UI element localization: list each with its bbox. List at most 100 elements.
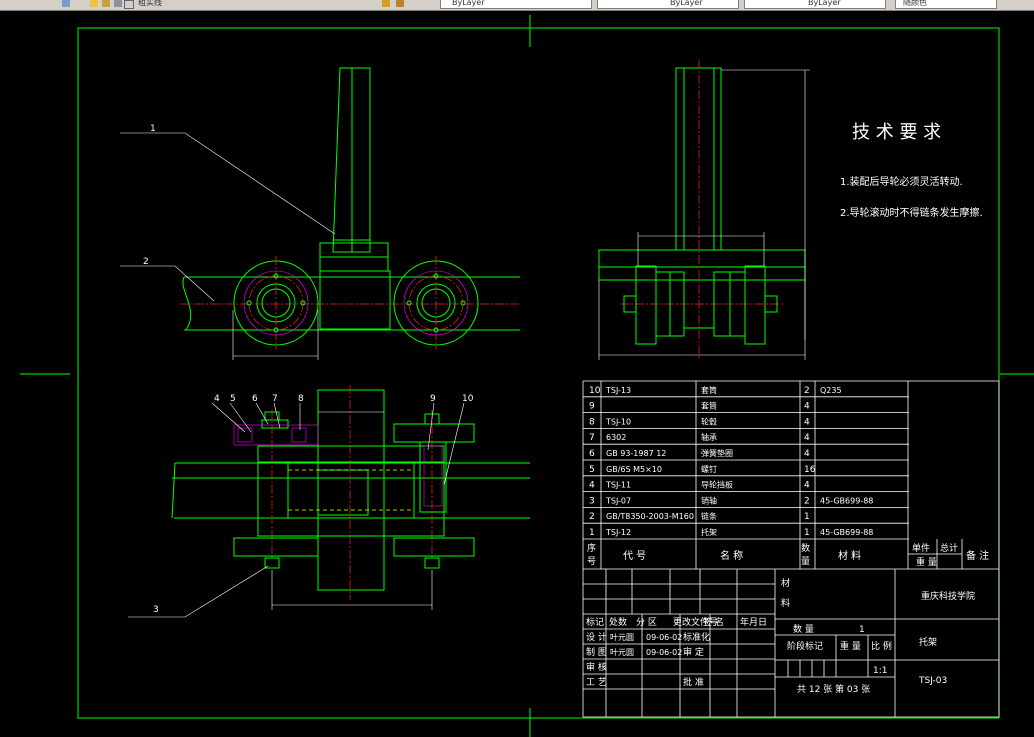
lineweight-value: ByLayer [808,0,841,7]
bom-qty: 1 [804,512,810,522]
bom-name: 托架 [701,527,717,537]
layer-icon[interactable] [62,0,70,7]
linetype-dropdown[interactable] [597,0,739,9]
bom-header-material: 材 料 [838,549,861,562]
bom-name: 螺钉 [701,464,717,474]
tb-role2: 审 定 [683,646,704,658]
tb-role: 审 核 [586,661,607,673]
balloon-8: 8 [298,394,304,404]
bom-code: 6302 [606,433,626,442]
layer-previous-icon[interactable] [382,0,390,7]
tb-scale-label: 比 例 [871,640,892,652]
bom-no: 2 [589,512,595,522]
sun-icon[interactable] [102,0,110,7]
tb-name: 叶元圆 [610,648,634,657]
tb-school: 重庆科技学院 [921,590,975,602]
bom-header-code: 代 号 [623,550,646,562]
balloon-2: 2 [143,257,149,267]
bom-name: 导轮挡板 [701,480,733,490]
bom-qty: 4 [804,402,810,412]
balloon-7: 7 [272,394,278,404]
tb-qty-value: 1 [859,625,865,635]
title-block: 材料 重庆科技学院托架 TSJ-03 数 量 1 阶段标记 重 量比 例 1:1共 12 张 … [582,569,1000,718]
match-layer-icon[interactable] [396,0,404,7]
color-value: ByLayer [452,0,485,7]
tb-name: 叶元圆 [610,633,634,642]
bom-header-no-2: 号 [587,556,596,567]
bom-header-weight: 重 量 [916,556,937,568]
tb-sheets: 共 12 张 第 03 张 [797,683,870,695]
bom-qty: 4 [804,481,810,491]
bom-no: 7 [589,433,595,443]
bom-qty: 2 [804,386,810,396]
bom-material: 45-GB699-88 [820,528,873,537]
bom-qty: 4 [804,433,810,443]
bom-qty: 2 [804,496,810,506]
bill-of-materials: 10 TSJ-13 套筒 2 Q235 9 套筒 4 8 TSJ-10 轮毂 4 7 6302 轴承 4 6 GB… [582,380,1000,570]
balloon-4: 4 [214,394,220,404]
bom-no: 6 [589,449,595,459]
bom-name: 轴承 [701,432,717,442]
tb-date: 09-06-02 [646,648,682,657]
tb-date: 09-06-02 [646,633,682,642]
tb-material-label-2: 料 [781,597,790,609]
tb-role2: 批 准 [683,676,704,688]
bom-material: Q235 [820,386,842,395]
bom-qty: 4 [804,417,810,427]
bom-header-name: 名 称 [720,549,743,562]
color-swatch-icon [124,0,134,9]
balloon-1: 1 [150,124,156,134]
bom-code: TSJ-07 [605,496,631,505]
drawing-canvas[interactable]: .g { stroke:#00ff00; fill:none; stroke-w… [0,11,1034,737]
tb-drawing-no: TSJ-03 [918,676,947,686]
tb-role: 制 图 [586,646,607,658]
bom-name: 轮毂 [701,416,717,426]
tb-weight-label: 重 量 [840,640,861,652]
tb-rev-header: 标记 [586,616,604,628]
bom-qty: 16 [804,465,816,475]
balloon-9: 9 [430,394,436,404]
tb-role: 工 艺 [586,677,607,688]
layer-dropdown[interactable]: 粗实线 [138,0,200,9]
bom-code: TSJ-12 [605,528,631,537]
requirements-title: 技 术 要 求 [852,122,941,143]
tb-qty-label: 数 量 [793,623,814,635]
bom-material: 45-GB699-88 [820,496,873,505]
bom-code: GB 93-1987 12 [606,449,666,458]
tb-material-label-1: 材 [781,577,790,589]
balloon-6: 6 [252,394,258,404]
tb-rev-header: 分 区 [636,617,657,628]
front-view [180,67,520,360]
tb-role: 设 计 [586,631,607,643]
lock-icon[interactable] [114,0,122,7]
bom-header-qty-2: 量 [801,556,810,567]
linetype-value: ByLayer [670,0,703,7]
balloon-3: 3 [153,605,159,615]
tb-rev-header: 处数 [609,616,627,628]
bom-name: 销轴 [701,495,717,505]
plotstyle-value: 随颜色 [903,0,927,7]
bom-no: 9 [589,402,595,412]
bom-code: TSJ-11 [605,481,631,490]
bom-no: 1 [589,528,595,538]
bom-name: 套筒 [701,385,717,395]
section-view [171,385,530,610]
bom-name: 链条 [701,511,717,521]
bom-header-remark: 备 注 [966,549,989,562]
bom-header-total: 总计 [940,542,958,554]
bom-no: 8 [589,417,595,427]
bom-name: 套筒 [701,401,717,411]
tb-part-name: 托架 [919,636,937,648]
lightbulb-icon[interactable] [90,0,98,7]
bom-code: GB/T8350-2003-M160 [606,512,694,521]
bom-code: TSJ-13 [605,386,631,395]
bom-header-qty: 数 [801,542,810,554]
bom-no: 3 [589,496,595,506]
tb-rev-header: 年月日 [740,616,767,628]
tb-rev-header: 签 名 [703,616,724,628]
bom-no: 4 [589,481,595,491]
tb-role2: 标准化 [683,631,710,643]
bom-qty: 1 [804,528,810,538]
bom-no: 5 [589,465,595,475]
bom-qty: 4 [804,449,810,459]
